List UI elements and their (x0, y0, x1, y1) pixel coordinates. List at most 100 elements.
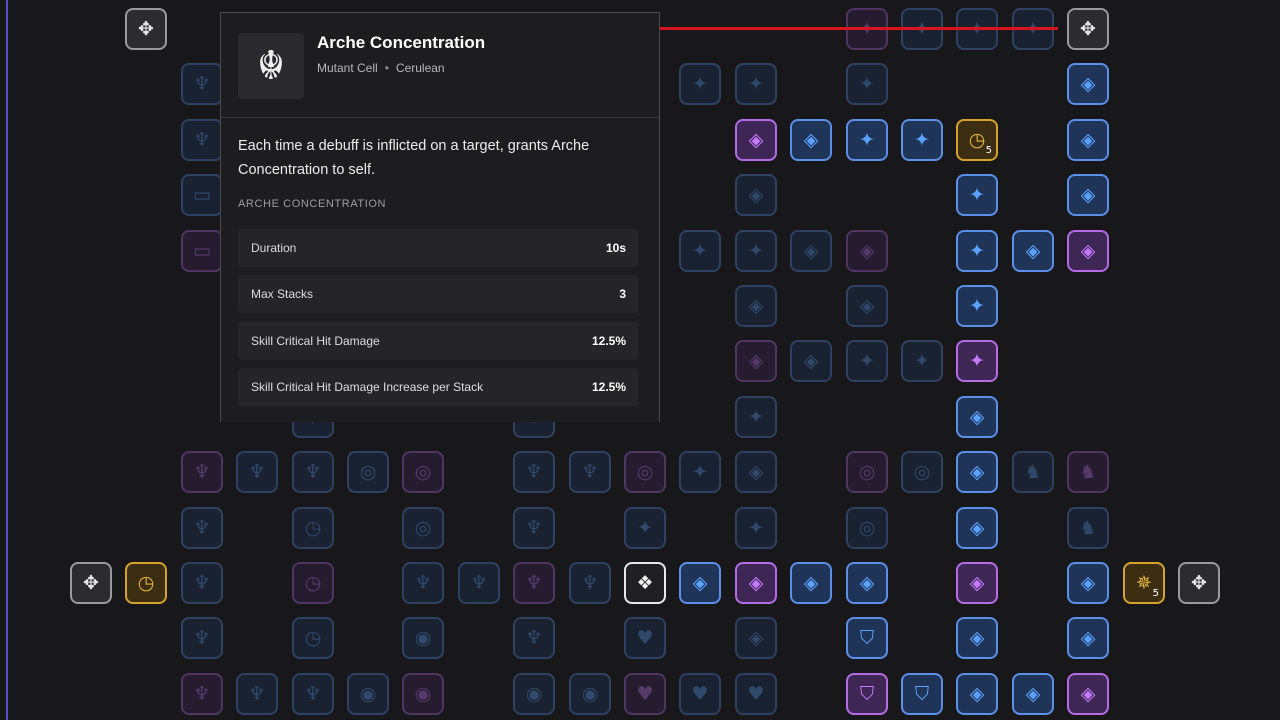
node-diamond[interactable]: ◈ (735, 174, 777, 216)
node-diamond[interactable]: ◈ (735, 119, 777, 161)
node-spark[interactable]: ✦ (956, 285, 998, 327)
node-claw[interactable]: ♆ (513, 617, 555, 659)
node-spark[interactable]: ✦ (846, 119, 888, 161)
node-circle[interactable]: ◉ (569, 673, 611, 715)
node-mask[interactable]: ♞ (1067, 507, 1109, 549)
node-compass[interactable]: ✵ 5 (1123, 562, 1165, 604)
node-shield[interactable]: ⛉ (901, 673, 943, 715)
node-circle[interactable]: ◉ (402, 673, 444, 715)
node-claw[interactable]: ♆ (569, 451, 611, 493)
node-diamond[interactable]: ◈ (1012, 230, 1054, 272)
node-directional-arrows[interactable]: ✥ (1067, 8, 1109, 50)
node-claw[interactable]: ♆ (236, 451, 278, 493)
node-diamond[interactable]: ◈ (956, 617, 998, 659)
node-claw[interactable]: ♆ (236, 673, 278, 715)
node-claw[interactable]: ♆ (181, 617, 223, 659)
node-core-diamond[interactable]: ❖ (624, 562, 666, 604)
node-claw[interactable]: ♆ (513, 451, 555, 493)
node-target[interactable]: ◎ (846, 451, 888, 493)
node-spark[interactable]: ✦ (679, 63, 721, 105)
node-diamond[interactable]: ◈ (790, 119, 832, 161)
node-circle[interactable]: ◉ (513, 673, 555, 715)
node-diamond[interactable]: ◈ (1067, 673, 1109, 715)
node-directional-arrows[interactable]: ✥ (1178, 562, 1220, 604)
node-diamond[interactable]: ◈ (679, 562, 721, 604)
node-diamond[interactable]: ◈ (846, 562, 888, 604)
node-target[interactable]: ◎ (624, 451, 666, 493)
node-directional-arrows[interactable]: ✥ (125, 8, 167, 50)
node-target[interactable]: ◎ (901, 451, 943, 493)
node-diamond[interactable]: ◈ (735, 451, 777, 493)
node-circle[interactable]: ◉ (402, 617, 444, 659)
node-diamond[interactable]: ◈ (735, 285, 777, 327)
node-diamond[interactable]: ◈ (956, 451, 998, 493)
node-spark[interactable]: ✦ (846, 340, 888, 382)
node-circle[interactable]: ◉ (347, 673, 389, 715)
node-claw[interactable]: ♆ (181, 119, 223, 161)
node-shield[interactable]: ⛉ (846, 673, 888, 715)
node-directional-arrows[interactable]: ✥ (70, 562, 112, 604)
node-heart[interactable]: ♥ (624, 617, 666, 659)
node-spark[interactable]: ✦ (679, 451, 721, 493)
node-diamond[interactable]: ◈ (735, 617, 777, 659)
node-diamond[interactable]: ◈ (735, 562, 777, 604)
node-diamond[interactable]: ◈ (846, 285, 888, 327)
node-claw[interactable]: ♆ (292, 673, 334, 715)
node-target[interactable]: ◎ (402, 507, 444, 549)
node-spark[interactable]: ✦ (956, 340, 998, 382)
node-heart[interactable]: ♥ (679, 673, 721, 715)
node-diamond[interactable]: ◈ (1067, 230, 1109, 272)
node-claw[interactable]: ♆ (292, 451, 334, 493)
node-spark[interactable]: ✦ (901, 119, 943, 161)
node-diamond[interactable]: ◈ (1067, 63, 1109, 105)
node-heart[interactable]: ♥ (624, 673, 666, 715)
node-diamond[interactable]: ◈ (1012, 673, 1054, 715)
node-card[interactable]: ▭ (181, 174, 223, 216)
node-spark[interactable]: ✦ (901, 340, 943, 382)
node-spark[interactable]: ✦ (735, 230, 777, 272)
node-claw[interactable]: ♆ (402, 562, 444, 604)
node-shield[interactable]: ⛉ (846, 617, 888, 659)
node-claw[interactable]: ♆ (181, 451, 223, 493)
node-clock[interactable]: ◷ (292, 507, 334, 549)
node-clock[interactable]: ◷ (292, 617, 334, 659)
node-claw[interactable]: ♆ (181, 507, 223, 549)
node-target[interactable]: ◎ (846, 507, 888, 549)
node-diamond[interactable]: ◈ (846, 230, 888, 272)
node-spark[interactable]: ✦ (846, 63, 888, 105)
node-spark[interactable]: ✦ (624, 507, 666, 549)
node-spark[interactable]: ✦ (735, 507, 777, 549)
node-diamond[interactable]: ◈ (1067, 174, 1109, 216)
node-diamond[interactable]: ◈ (956, 562, 998, 604)
node-spark[interactable]: ✦ (735, 63, 777, 105)
node-diamond[interactable]: ◈ (790, 340, 832, 382)
node-target[interactable]: ◎ (402, 451, 444, 493)
node-spark[interactable]: ✦ (956, 174, 998, 216)
node-claw[interactable]: ♆ (181, 63, 223, 105)
node-mask[interactable]: ♞ (1067, 451, 1109, 493)
node-diamond[interactable]: ◈ (790, 230, 832, 272)
node-heart[interactable]: ♥ (735, 673, 777, 715)
node-diamond[interactable]: ◈ (735, 340, 777, 382)
node-claw[interactable]: ♆ (513, 562, 555, 604)
node-diamond[interactable]: ◈ (1067, 562, 1109, 604)
node-spark[interactable]: ✦ (679, 230, 721, 272)
node-claw[interactable]: ♆ (513, 507, 555, 549)
node-mask[interactable]: ♞ (1012, 451, 1054, 493)
node-diamond[interactable]: ◈ (1067, 119, 1109, 161)
node-diamond[interactable]: ◈ (1067, 617, 1109, 659)
node-claw[interactable]: ♆ (181, 673, 223, 715)
node-diamond[interactable]: ◈ (956, 396, 998, 438)
node-clock[interactable]: ◷ (125, 562, 167, 604)
node-claw[interactable]: ♆ (458, 562, 500, 604)
node-claw[interactable]: ♆ (181, 562, 223, 604)
node-clock[interactable]: ◷ 5 (956, 119, 998, 161)
node-spark[interactable]: ✦ (956, 230, 998, 272)
node-diamond[interactable]: ◈ (956, 673, 998, 715)
node-clock[interactable]: ◷ (292, 562, 334, 604)
node-diamond[interactable]: ◈ (956, 507, 998, 549)
node-spark[interactable]: ✦ (735, 396, 777, 438)
node-card[interactable]: ▭ (181, 230, 223, 272)
node-claw[interactable]: ♆ (569, 562, 611, 604)
node-target[interactable]: ◎ (347, 451, 389, 493)
